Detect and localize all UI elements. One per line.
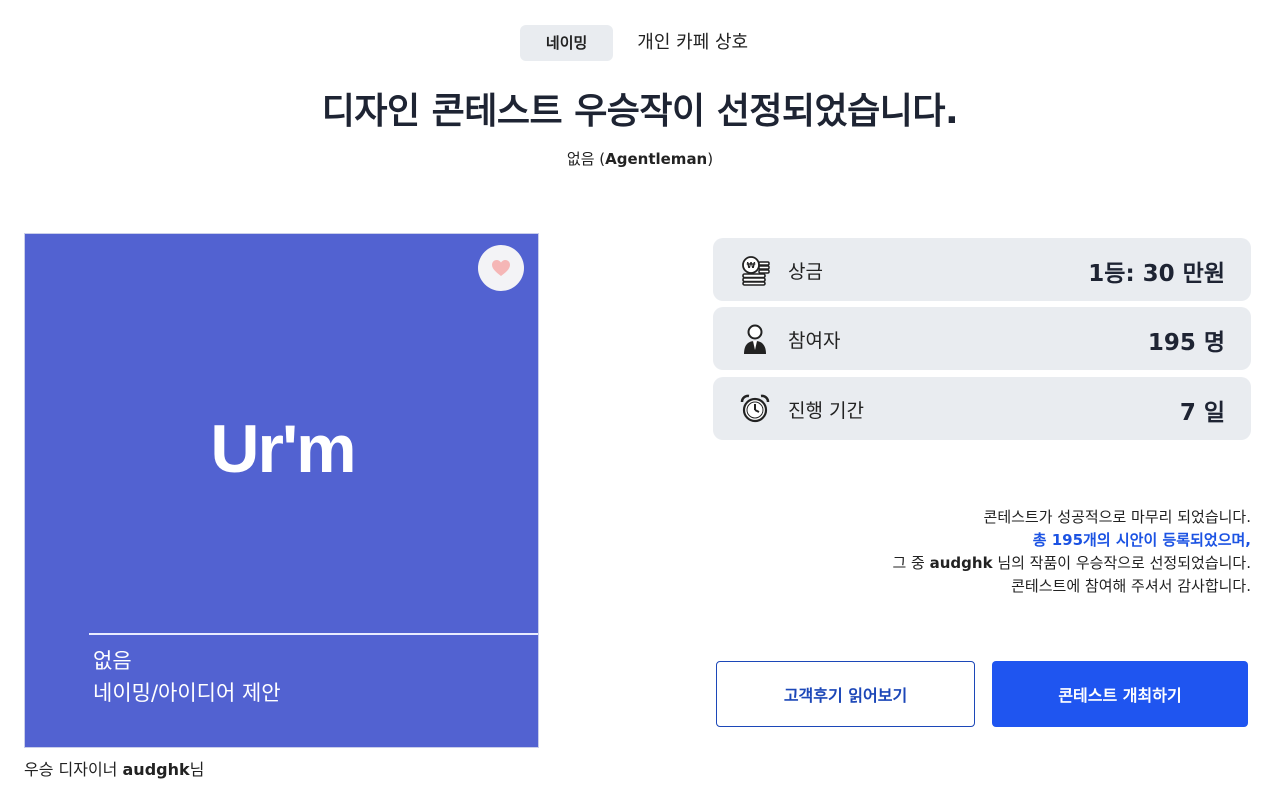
card-label-type: 네이밍/아이디어 제안 [93,681,281,705]
stat-prize-label: 상금 [788,261,823,283]
stat-participants-label: 참여자 [788,330,841,352]
message-line-3-prefix: 그 중 [892,554,930,572]
message-line-4: 콘테스트에 참여해 주셔서 감사합니다. [1011,577,1251,595]
message-line-1: 콘테스트가 성공적으로 마무리 되었습니다. [983,508,1251,526]
design-logo-text: Ur'm [210,411,356,487]
subtitle-brand: Agentleman [605,150,708,168]
subcategory-tag: 개인 카페 상호 [637,32,749,53]
message-line-2: 총 195개의 시안이 등록되었으며, [1032,531,1251,549]
message-line-3: 그 중 audghk 님의 작품이 우승작으로 선정되었습니다. [892,552,1251,575]
category-tag[interactable]: 네이밍 [519,25,614,61]
stat-prize-value: 1등: 30 만원 [1088,261,1225,287]
message-winner-name: audghk [929,554,993,572]
stat-participants: 참여자 195 명 [713,307,1251,370]
svg-text:₩: ₩ [747,261,756,270]
winner-credit: 우승 디자이너 audghk님 [24,756,204,780]
read-reviews-button[interactable]: 고객후기 읽어보기 [716,661,975,727]
stat-duration-value: 7 일 [1179,400,1225,426]
winner-prefix: 우승 디자이너 [24,760,123,779]
winner-suffix: 님 [189,760,205,779]
stat-duration-label: 진행 기간 [788,400,864,422]
stat-prize: ₩ 상금 1등: 30 만원 [713,238,1251,301]
tag-row: 네이밍 개인 카페 상호 [0,25,1280,61]
person-icon [744,324,766,354]
winning-design-card[interactable]: Ur'm 없음 네이밍/아이디어 제안 [24,233,539,748]
like-button[interactable] [478,245,524,291]
stat-duration: 진행 기간 7 일 [713,377,1251,440]
subtitle-suffix: ) [707,150,714,168]
winner-name[interactable]: audghk [123,760,190,779]
card-label-name: 없음 [93,649,132,673]
host-contest-button[interactable]: 콘테스트 개최하기 [992,661,1248,727]
subtitle-prefix: 없음 ( [566,150,606,168]
message-line-3-suffix: 님의 작품이 우승작으로 선정되었습니다. [992,554,1251,572]
alarm-clock-icon [740,394,770,423]
page-title: 디자인 콘테스트 우승작이 선정되었습니다. [321,91,959,132]
completion-message: 콘테스트가 성공적으로 마무리 되었습니다. 총 195개의 시안이 등록되었으… [892,506,1251,598]
stat-participants-value: 195 명 [1147,330,1225,356]
heart-icon [492,260,510,276]
page-subtitle: 없음 (Agentleman) [0,148,1280,169]
card-divider [89,633,538,635]
coins-icon: ₩ [742,256,770,286]
